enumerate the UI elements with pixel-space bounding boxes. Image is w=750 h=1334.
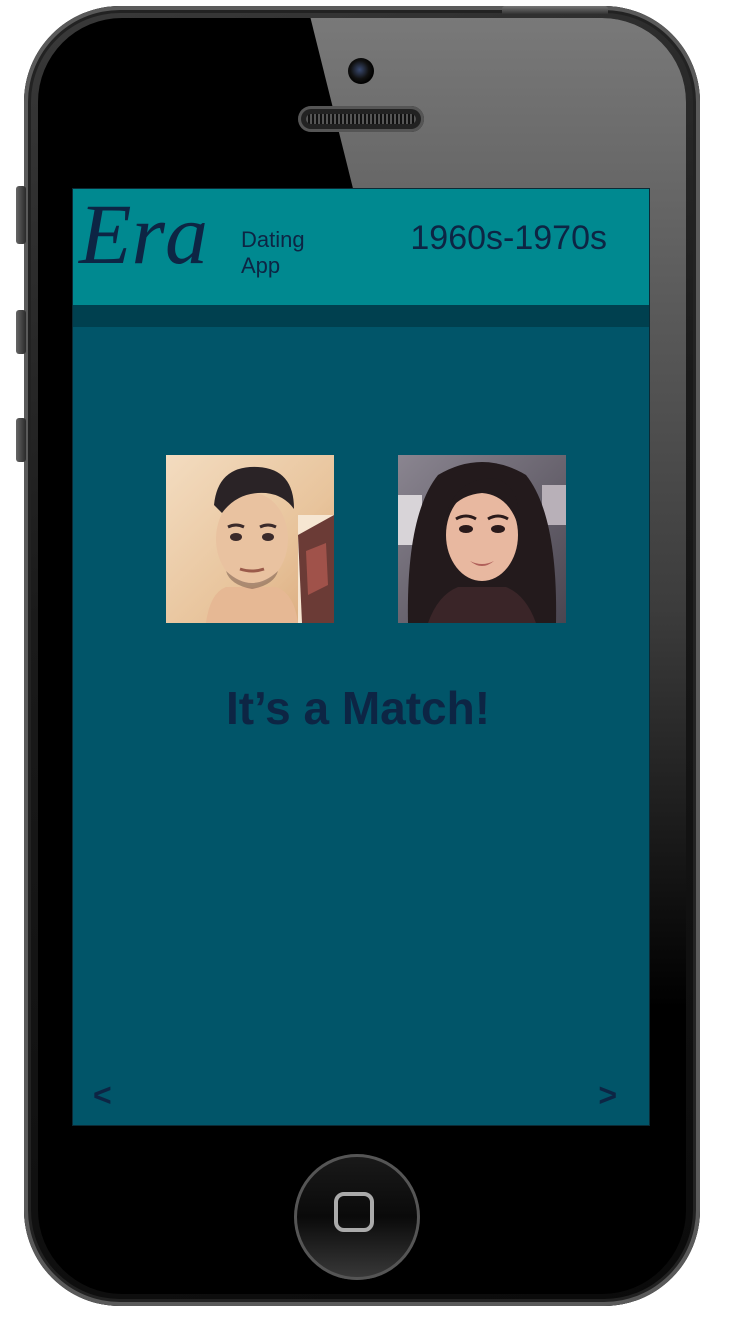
- volume-down-button: [16, 418, 26, 462]
- match-photo-user: [166, 455, 334, 623]
- era-range-label: 1960s-1970s: [410, 219, 607, 257]
- app-screen: Era Dating App 1960s-1970s It’s a Match!…: [72, 188, 650, 1126]
- logo-sub-line2: App: [241, 253, 281, 278]
- man-selfie-photo: [166, 455, 334, 623]
- app-header: Era Dating App 1960s-1970s: [73, 189, 649, 305]
- home-button[interactable]: [294, 1154, 420, 1280]
- front-camera: [348, 58, 374, 84]
- app-logo: Era: [79, 188, 208, 282]
- woman-selfie-photo: [398, 455, 566, 623]
- earpiece-speaker: [298, 106, 424, 132]
- logo-sub-line1: Dating: [241, 227, 305, 252]
- app-logo-subtitle: Dating App: [241, 227, 305, 279]
- header-divider: [73, 305, 649, 327]
- home-square-icon: [334, 1192, 374, 1232]
- volume-up-button: [16, 310, 26, 354]
- power-button: [502, 6, 608, 14]
- match-photo-partner: [398, 455, 566, 623]
- match-title: It’s a Match!: [225, 682, 491, 734]
- mute-switch: [16, 186, 26, 244]
- next-button[interactable]: >: [598, 1077, 617, 1114]
- prev-button[interactable]: <: [93, 1077, 112, 1114]
